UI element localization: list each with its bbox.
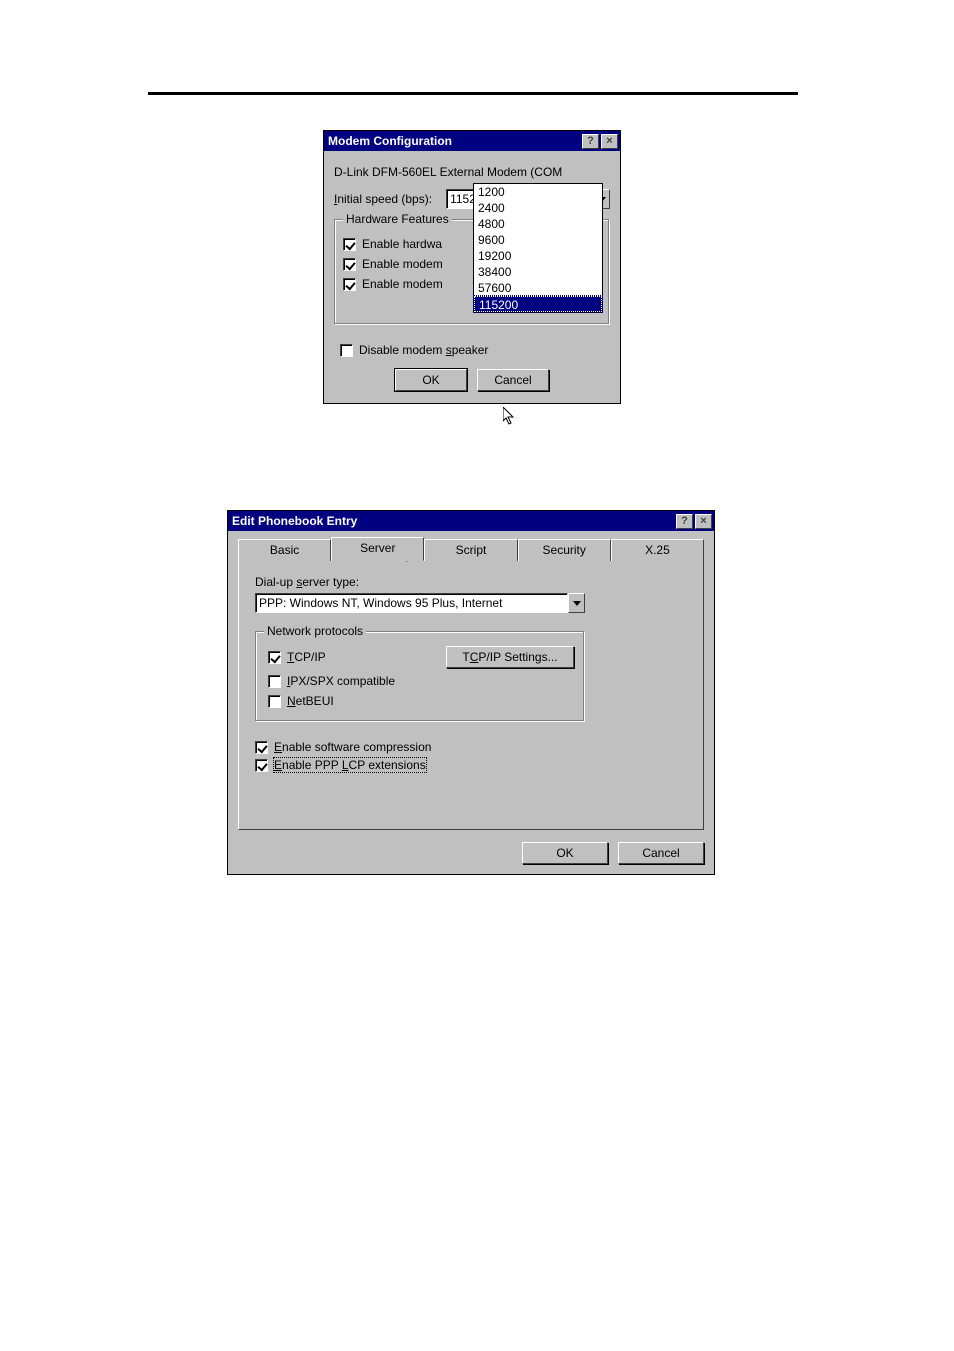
netbeui-row[interactable]: NetBEUI xyxy=(268,694,574,708)
cancel-button[interactable]: Cancel xyxy=(477,369,549,391)
page-divider xyxy=(148,92,798,95)
dialog-body: D-Link DFM-560EL External Modem (COM Ini… xyxy=(324,151,620,403)
checkbox-icon[interactable] xyxy=(343,258,356,271)
titlebar: Modem Configuration ? × xyxy=(324,131,620,151)
titlebar: Edit Phonebook Entry ? × xyxy=(228,511,714,531)
disable-speaker-label: Disable modem speaker xyxy=(359,343,488,357)
enable-modem-1-label: Enable modem xyxy=(362,257,443,271)
ipxspx-row[interactable]: IPX/SPX compatible xyxy=(268,674,574,688)
tab-panel-server: Dial-up server type: PPP: Windows NT, Wi… xyxy=(238,560,704,830)
edit-phonebook-dialog: Edit Phonebook Entry ? × Basic Server Sc… xyxy=(227,510,715,875)
disable-speaker-row[interactable]: Disable modem speaker xyxy=(340,343,610,357)
titlebar-buttons: ? × xyxy=(676,514,712,529)
server-type-combo[interactable]: PPP: Windows NT, Windows 95 Plus, Intern… xyxy=(255,593,585,613)
dialup-server-type-label: Dial-up server type: xyxy=(255,575,687,589)
checkbox-icon[interactable] xyxy=(343,278,356,291)
tab-security[interactable]: Security xyxy=(518,539,611,561)
network-protocols-group: Network protocols TCP/IP TCP/IP Settings… xyxy=(255,631,585,722)
tab-basic[interactable]: Basic xyxy=(238,539,331,561)
help-icon[interactable]: ? xyxy=(582,134,599,149)
list-item[interactable]: 19200 xyxy=(474,248,602,264)
list-item[interactable]: 4800 xyxy=(474,216,602,232)
group-legend: Hardware Features xyxy=(343,212,452,226)
dialog-body: Basic Server Script Security X.25 Dial-u… xyxy=(228,531,714,874)
tab-server[interactable]: Server xyxy=(331,537,424,561)
checkbox-icon[interactable] xyxy=(268,695,281,708)
help-icon[interactable]: ? xyxy=(676,514,693,529)
modem-name-label: D-Link DFM-560EL External Modem (COM xyxy=(334,165,610,179)
list-item[interactable]: 115200 xyxy=(474,296,602,312)
enable-modem-2-label: Enable modem xyxy=(362,277,443,291)
ppp-lcp-row[interactable]: Enable PPP LCP extensions xyxy=(255,758,687,772)
tab-script[interactable]: Script xyxy=(424,539,517,561)
modem-configuration-dialog: Modem Configuration ? × D-Link DFM-560EL… xyxy=(323,130,621,404)
dialog-title: Edit Phonebook Entry xyxy=(232,514,676,528)
speed-dropdown-list[interactable]: 1200 2400 4800 9600 19200 38400 57600 11… xyxy=(473,183,603,313)
tabstrip: Basic Server Script Security X.25 xyxy=(238,537,704,561)
close-icon[interactable]: × xyxy=(601,134,618,149)
checkbox-icon[interactable] xyxy=(343,238,356,251)
ok-button[interactable]: OK xyxy=(522,842,608,864)
checkbox-icon[interactable] xyxy=(255,741,268,754)
tcpip-row[interactable]: TCP/IP xyxy=(268,650,326,664)
ok-button[interactable]: OK xyxy=(395,369,467,391)
enable-hardware-label: Enable hardwa xyxy=(362,237,442,251)
tcpip-label: TCP/IP xyxy=(287,650,326,664)
tab-x25[interactable]: X.25 xyxy=(611,539,704,561)
list-item[interactable]: 1200 xyxy=(474,184,602,200)
ppp-lcp-label: Enable PPP LCP extensions xyxy=(274,758,426,772)
close-icon[interactable]: × xyxy=(695,514,712,529)
checkbox-icon[interactable] xyxy=(340,344,353,357)
chevron-down-icon[interactable] xyxy=(568,593,585,613)
software-compression-row[interactable]: Enable software compression xyxy=(255,740,687,754)
titlebar-buttons: ? × xyxy=(582,134,618,149)
list-item[interactable]: 38400 xyxy=(474,264,602,280)
dialog-title: Modem Configuration xyxy=(328,134,582,148)
checkbox-icon[interactable] xyxy=(255,759,268,772)
cursor-icon xyxy=(503,407,517,427)
ipxspx-label: IPX/SPX compatible xyxy=(287,674,395,688)
netbeui-label: NetBEUI xyxy=(287,694,334,708)
software-compression-label: Enable software compression xyxy=(274,740,431,754)
list-item[interactable]: 2400 xyxy=(474,200,602,216)
group-legend: Network protocols xyxy=(264,624,366,638)
list-item[interactable]: 57600 xyxy=(474,280,602,296)
checkbox-icon[interactable] xyxy=(268,675,281,688)
list-item[interactable]: 9600 xyxy=(474,232,602,248)
initial-speed-label: Initial speed (bps): xyxy=(334,192,432,206)
server-type-value[interactable]: PPP: Windows NT, Windows 95 Plus, Intern… xyxy=(255,593,568,613)
tcpip-settings-button[interactable]: TCP/IP Settings... xyxy=(446,646,574,668)
page: Modem Configuration ? × D-Link DFM-560EL… xyxy=(0,0,954,1351)
cancel-button[interactable]: Cancel xyxy=(618,842,704,864)
checkbox-icon[interactable] xyxy=(268,651,281,664)
